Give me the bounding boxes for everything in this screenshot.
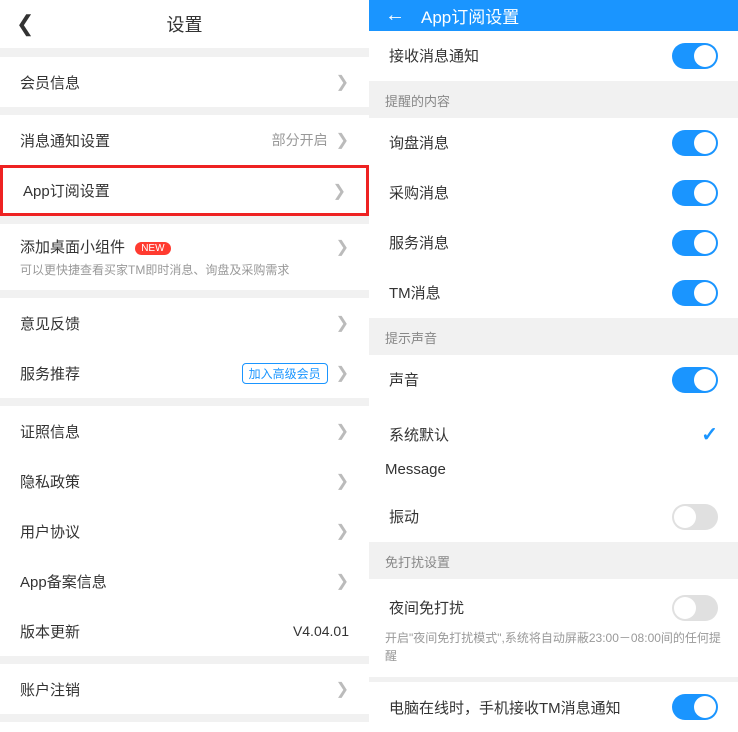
page-title: App订阅设置 [421, 3, 519, 28]
label: 消息通知设置 [20, 130, 272, 151]
toggle-inquiry[interactable] [672, 130, 718, 156]
toggle-tm[interactable] [672, 280, 718, 306]
label: 声音 [389, 369, 672, 390]
checkmark-icon: ✓ [701, 422, 718, 447]
subtext: 可以更快捷查看买家TM即时消息、询盘及采购需求 [20, 261, 289, 278]
vip-badge: 加入高级会员 [242, 363, 328, 384]
back-arrow-icon[interactable]: ← [385, 4, 405, 27]
label: 电脑在线时，手机接收TM消息通知 [389, 697, 672, 718]
chevron-right-icon: ❯ [333, 181, 346, 201]
status-text: 部分开启 [272, 130, 328, 150]
item-service: 服务消息 [369, 218, 738, 268]
label: 夜间免打扰 [389, 597, 672, 618]
item-widget[interactable]: 添加桌面小组件 NEW ❯ 可以更快捷查看买家TM即时消息、询盘及采购需求 [0, 224, 369, 290]
label: 服务推荐 [20, 363, 242, 384]
item-member-info[interactable]: 会员信息 ❯ [0, 57, 369, 107]
item-notify-settings[interactable]: 消息通知设置 部分开启 ❯ [0, 115, 369, 165]
toggle-service[interactable] [672, 230, 718, 256]
toggle-purchase[interactable] [672, 180, 718, 206]
label: App订阅设置 [23, 180, 325, 201]
label: 会员信息 [20, 72, 328, 93]
label: TM消息 [389, 282, 672, 303]
item-agreement[interactable]: 用户协议 ❯ [0, 506, 369, 556]
item-logout[interactable]: 账户注销 ❯ [0, 664, 369, 714]
chevron-right-icon: ❯ [336, 130, 349, 150]
label: 服务消息 [389, 232, 672, 253]
item-night-dnd: 夜间免打扰 [369, 579, 738, 629]
left-header: ❮ 设置 [0, 0, 369, 48]
chevron-right-icon: ❯ [336, 237, 349, 257]
item-sound: 声音 [369, 355, 738, 405]
chevron-right-icon: ❯ [336, 421, 349, 441]
item-purchase: 采购消息 [369, 168, 738, 218]
label: 采购消息 [389, 182, 672, 203]
chevron-right-icon: ❯ [336, 72, 349, 92]
version-value: V4.04.01 [293, 623, 349, 639]
label: 意见反馈 [20, 313, 328, 334]
right-header: ← App订阅设置 [369, 0, 738, 31]
item-tm: TM消息 [369, 268, 738, 318]
section-dnd: 免打扰设置 [369, 542, 738, 579]
label: 用户协议 [20, 521, 328, 542]
item-message-option[interactable]: Message [369, 455, 738, 492]
label: 账户注销 [20, 679, 328, 700]
item-vibrate: 振动 [369, 492, 738, 542]
section-sound: 提示声音 [369, 318, 738, 355]
item-inquiry: 询盘消息 [369, 118, 738, 168]
label: 添加桌面小组件 NEW [20, 236, 328, 257]
label: 振动 [389, 506, 672, 527]
chevron-right-icon: ❯ [336, 679, 349, 699]
new-badge: NEW [135, 242, 170, 255]
chevron-right-icon: ❯ [336, 313, 349, 333]
label: 隐私政策 [20, 471, 328, 492]
page-title: 设置 [0, 11, 369, 37]
label: 接收消息通知 [389, 45, 672, 66]
label: 系统默认 [389, 424, 701, 445]
item-record[interactable]: App备案信息 ❯ [0, 556, 369, 606]
item-pc-online: 电脑在线时，手机接收TM消息通知 [369, 682, 738, 732]
item-feedback[interactable]: 意见反馈 ❯ [0, 298, 369, 348]
item-privacy[interactable]: 隐私政策 ❯ [0, 456, 369, 506]
toggle-pc-online[interactable] [672, 694, 718, 720]
toggle-sound[interactable] [672, 367, 718, 393]
item-receive-notify: 接收消息通知 [369, 31, 738, 81]
night-subtext: 开启"夜间免打扰模式",系统将自动屏蔽23:00－08:00间的任何提醒 [369, 629, 738, 677]
item-app-subscribe[interactable]: App订阅设置 ❯ [0, 165, 369, 216]
label: 询盘消息 [389, 132, 672, 153]
chevron-right-icon: ❯ [336, 521, 349, 541]
back-icon[interactable]: ❮ [16, 11, 34, 37]
label: 证照信息 [20, 421, 328, 442]
item-license[interactable]: 证照信息 ❯ [0, 406, 369, 456]
item-system-default[interactable]: 系统默认 ✓ [369, 405, 738, 455]
item-recommend[interactable]: 服务推荐 加入高级会员 ❯ [0, 348, 369, 398]
section-remind: 提醒的内容 [369, 81, 738, 118]
chevron-right-icon: ❯ [336, 471, 349, 491]
chevron-right-icon: ❯ [336, 363, 349, 383]
toggle-night[interactable] [672, 595, 718, 621]
item-version[interactable]: 版本更新 V4.04.01 [0, 606, 369, 656]
toggle-receive[interactable] [672, 43, 718, 69]
chevron-right-icon: ❯ [336, 571, 349, 591]
toggle-vibrate[interactable] [672, 504, 718, 530]
label: 版本更新 [20, 621, 293, 642]
label: App备案信息 [20, 571, 328, 592]
